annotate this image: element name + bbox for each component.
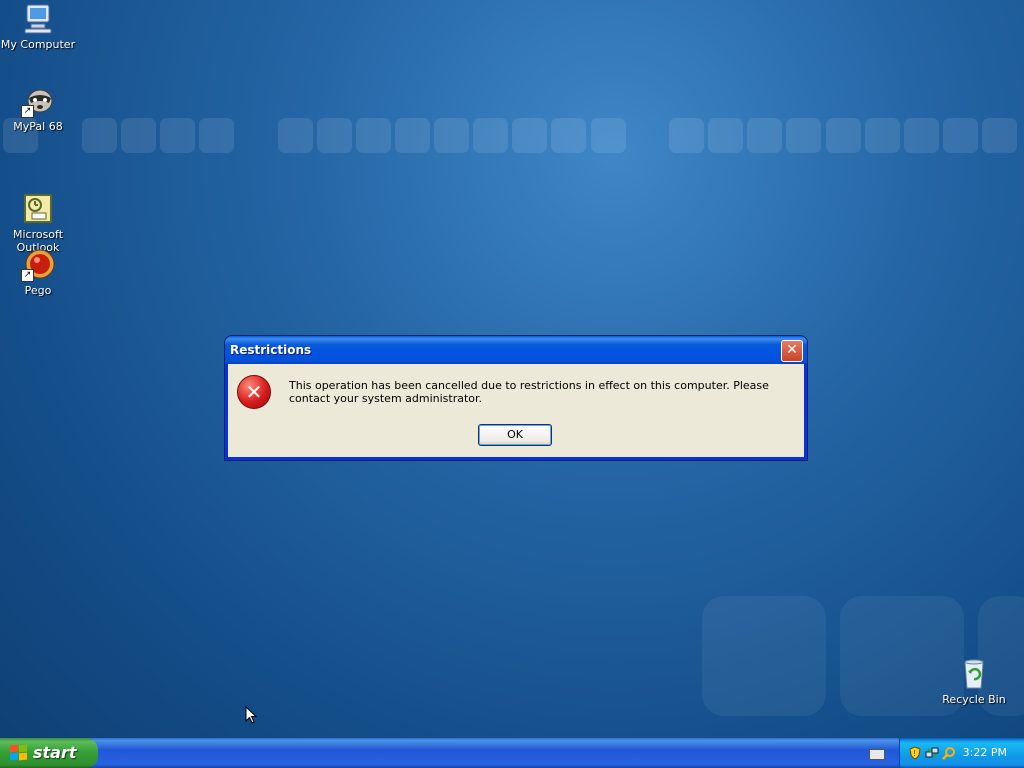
desktop-icon-pego[interactable]: ↗ Pego [0, 248, 76, 297]
desktop-icon-label: Recycle Bin [942, 693, 1006, 706]
clock[interactable]: 3:22 PM [963, 746, 1007, 759]
start-button[interactable]: start [0, 738, 98, 768]
desktop-icon-label: MyPal 68 [13, 120, 63, 133]
ok-button[interactable]: OK [478, 424, 552, 446]
wallpaper-tiles [0, 0, 1024, 200]
system-tray: ! 3:22 PM [899, 738, 1024, 768]
desktop-icon-my-computer[interactable]: My Computer [0, 2, 76, 51]
desktop-icon-outlook[interactable]: Microsoft Outlook [0, 166, 76, 254]
keyboard-icon[interactable] [869, 749, 885, 760]
windows-logo-icon [10, 744, 28, 761]
security-shield-icon[interactable]: ! [908, 746, 922, 760]
start-label: start [33, 743, 77, 762]
desktop-icon-mypal[interactable]: ↗ MyPal 68 [0, 84, 76, 133]
desktop-icon-recycle-bin[interactable]: Recycle Bin [936, 657, 1012, 706]
computer-icon [21, 2, 55, 36]
dialog-title: Restrictions [230, 343, 312, 357]
close-button[interactable]: ✕ [781, 340, 803, 362]
shortcut-arrow-icon: ↗ [21, 269, 34, 282]
search-icon[interactable] [942, 746, 956, 760]
close-icon: ✕ [786, 342, 798, 358]
recycle-bin-icon [957, 657, 991, 691]
wallpaper-tile [702, 596, 826, 716]
restrictions-dialog: Restrictions ✕ ✕ This operation has been… [225, 336, 807, 460]
desktop-icon-label: Pego [24, 284, 52, 297]
error-icon: ✕ [237, 375, 271, 409]
mypal-icon: ↗ [21, 84, 55, 118]
taskbar: start ! 3:22 PM [0, 738, 1024, 768]
svg-text:!: ! [913, 749, 916, 758]
dialog-message: This operation has been cancelled due to… [289, 379, 769, 405]
dialog-body: ✕ This operation has been cancelled due … [228, 364, 804, 457]
network-icon[interactable] [925, 746, 939, 760]
pego-icon: ↗ [21, 248, 55, 282]
desktop-icon-label: My Computer [0, 38, 76, 51]
shortcut-arrow-icon: ↗ [21, 105, 34, 118]
dialog-titlebar[interactable]: Restrictions ✕ [225, 336, 807, 364]
outlook-icon [21, 179, 55, 223]
